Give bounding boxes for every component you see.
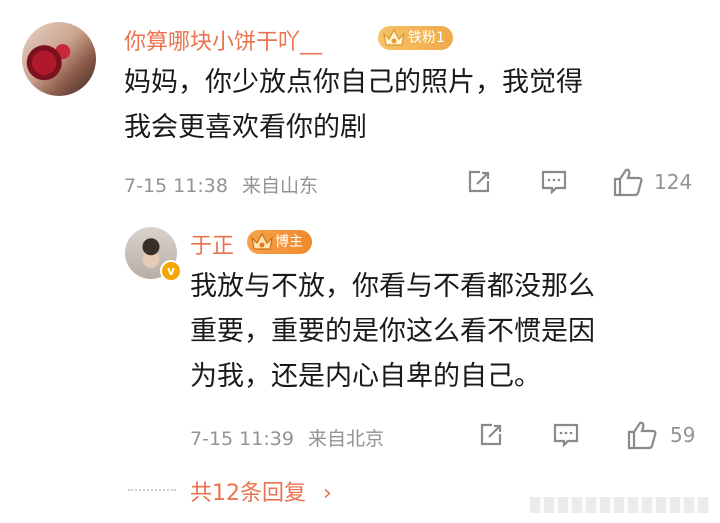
like-count: 124 — [654, 170, 693, 194]
reply-text: 我放与不放，你看与不看都没那么 重要，重要的是你这么看不惯是因 为我，还是内心自… — [190, 264, 710, 399]
like-count: 59 — [670, 423, 696, 447]
reply-time: 7-15 11:39 — [190, 428, 294, 450]
commenter-username[interactable]: 你算哪块小饼干吖__ — [124, 24, 322, 56]
commenter-avatar[interactable] — [22, 22, 96, 96]
comment-meta: 7-15 11:38 来自山东 — [124, 171, 318, 198]
crown-icon — [251, 232, 273, 250]
like-icon[interactable] — [612, 166, 644, 198]
comment-location: 来自山东 — [241, 175, 318, 197]
comment-text: 妈妈，你少放点你自己的照片，我觉得 我会更喜欢看你的剧 — [124, 60, 704, 150]
crown-icon — [383, 28, 405, 46]
divider-dotted — [128, 489, 176, 491]
fan-badge-label: 铁粉1 — [408, 30, 445, 46]
blogger-badge-label: 博主 — [275, 234, 303, 250]
blogger-badge: 博主 — [247, 230, 312, 254]
fan-level-badge[interactable]: 铁粉1 — [378, 26, 453, 50]
share-icon[interactable] — [478, 422, 504, 448]
reply-text-line: 我放与不放，你看与不看都没那么 — [190, 271, 595, 302]
view-more-replies-link[interactable]: 共12条回复 › — [190, 475, 332, 507]
reply-author-username[interactable]: 于正 — [190, 228, 234, 260]
like-icon[interactable] — [626, 419, 658, 451]
comment-icon[interactable] — [541, 169, 567, 195]
more-replies-label: 共12条回复 — [190, 481, 306, 506]
comment-text-line: 我会更喜欢看你的剧 — [124, 112, 367, 143]
comment-icon[interactable] — [553, 422, 579, 448]
reply-meta: 7-15 11:39 来自北京 — [190, 424, 384, 451]
reply-location: 来自北京 — [307, 428, 384, 450]
reply-text-line: 重要，重要的是你这么看不惯是因 — [190, 316, 595, 347]
comment-time: 7-15 11:38 — [124, 175, 228, 197]
chevron-right-icon: › — [323, 481, 332, 506]
verified-badge: v — [160, 260, 182, 282]
watermark — [530, 497, 710, 513]
comment-text-line: 妈妈，你少放点你自己的照片，我觉得 — [124, 67, 583, 98]
share-icon[interactable] — [466, 169, 492, 195]
reply-text-line: 为我，还是内心自卑的自己。 — [190, 361, 541, 392]
